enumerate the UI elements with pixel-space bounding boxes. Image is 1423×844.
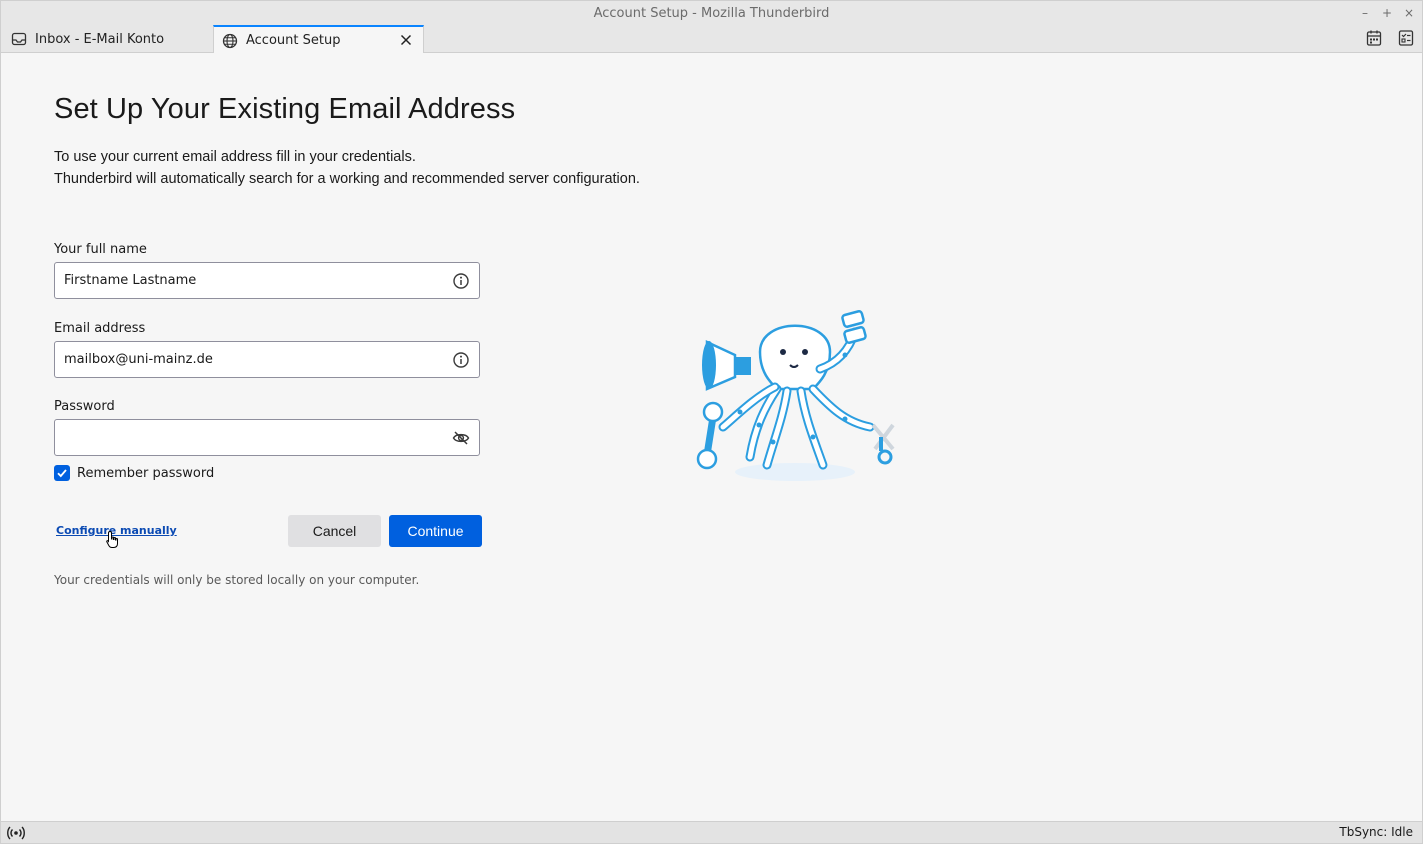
full-name-input[interactable] <box>55 263 435 298</box>
intro-line: To use your current email address fill i… <box>54 149 416 165</box>
email-input[interactable] <box>55 342 435 377</box>
inbox-icon <box>11 31 27 47</box>
tab-label: Account Setup <box>246 33 341 48</box>
cancel-button[interactable]: Cancel <box>288 515 381 547</box>
tasks-icon[interactable] <box>1398 29 1414 47</box>
page-title: Set Up Your Existing Email Address <box>54 93 516 125</box>
full-name-label: Your full name <box>54 242 147 257</box>
password-input[interactable] <box>55 420 435 455</box>
online-status-icon[interactable] <box>7 825 25 841</box>
window-title: Account Setup - Mozilla Thunderbird <box>593 6 830 21</box>
remember-password-checkbox[interactable] <box>54 465 70 481</box>
remember-password-label: Remember password <box>77 465 215 481</box>
tab-label: Inbox - E-Mail Konto <box>35 31 165 47</box>
intro-text: To use your current email address fill i… <box>54 146 640 190</box>
window-controls: – + × <box>1360 1 1414 25</box>
calendar-icon[interactable] <box>1366 29 1382 47</box>
hand-cursor-icon <box>105 530 121 550</box>
privacy-note: Your credentials will only be stored loc… <box>54 573 420 587</box>
wrench-icon <box>696 401 724 470</box>
eye-slash-icon[interactable] <box>452 429 470 447</box>
tab-strip: Inbox - E-Mail Konto Account Setup <box>1 25 1422 54</box>
info-icon[interactable] <box>452 351 470 369</box>
maximize-button[interactable]: + <box>1382 1 1392 26</box>
tab-account-setup[interactable]: Account Setup <box>213 25 424 54</box>
continue-button[interactable]: Continue <box>389 515 482 547</box>
info-icon[interactable] <box>452 272 470 290</box>
title-bar: Account Setup - Mozilla Thunderbird – + … <box>1 1 1422 25</box>
tab-toolbar <box>1366 29 1414 47</box>
status-bar: TbSync: Idle <box>1 821 1422 843</box>
tbsync-status[interactable]: TbSync: Idle <box>1339 825 1413 839</box>
full-name-field <box>54 262 480 299</box>
close-icon[interactable] <box>399 33 413 47</box>
scissors-icon <box>871 423 895 465</box>
close-window-button[interactable]: × <box>1404 1 1414 26</box>
tab-inbox[interactable]: Inbox - E-Mail Konto <box>3 25 211 53</box>
octopus-illustration <box>695 307 905 487</box>
email-field <box>54 341 480 378</box>
account-setup-page: Set Up Your Existing Email Address To us… <box>1 53 1422 821</box>
remember-password-row: Remember password <box>54 465 214 481</box>
password-field <box>54 419 480 456</box>
app-window: Account Setup - Mozilla Thunderbird – + … <box>0 0 1423 844</box>
megaphone-icon <box>702 340 751 391</box>
minimize-button[interactable]: – <box>1360 1 1370 26</box>
cards-icon <box>841 310 867 344</box>
globe-icon <box>222 33 238 49</box>
intro-line: Thunderbird will automatically search fo… <box>54 171 640 187</box>
email-label: Email address <box>54 321 146 336</box>
password-label: Password <box>54 399 115 414</box>
